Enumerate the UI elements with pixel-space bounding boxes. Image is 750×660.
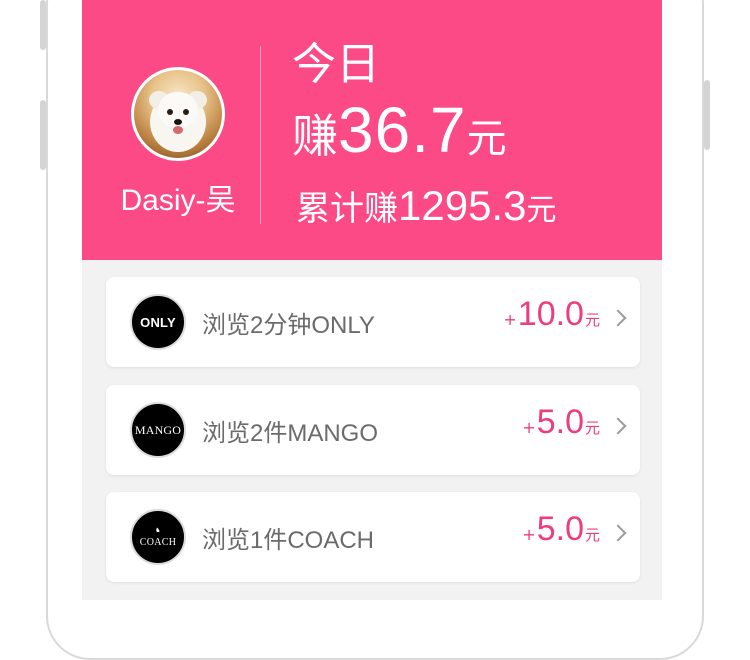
only-logo-text: ONLY [140,314,176,330]
phone-power-button [704,80,710,150]
mango-logo-text: MANGO [134,422,182,437]
total-prefix: 累计赚 [296,189,398,229]
username: Dasiy-吴 [120,184,236,217]
total-amount: 1295.3 [398,182,527,229]
chevron-right-icon [609,417,627,435]
reward-amount: 5.0 [536,510,584,548]
reward-plus: + [522,525,536,544]
task-card-only[interactable]: ONLY 浏览2分钟ONLY +10.0 元 [106,277,640,367]
total-earnings: 累计赚1295.3元 [296,180,556,241]
task-reward: +5.0 元 [522,510,600,549]
today-label: 今日 [292,39,380,90]
reward-amount: 5.0 [536,403,584,441]
reward-unit: 元 [584,419,600,437]
earnings-header: Dasiy-吴 今日 赚36.7元 累计赚1295.3元 [82,0,662,260]
reward-unit: 元 [584,526,600,544]
task-card-mango[interactable]: MANGO 浏览2件MANGO +5.0 元 [106,385,640,475]
avatar[interactable] [131,67,225,161]
reward-plus: + [522,418,536,437]
task-reward: +5.0 元 [522,403,600,442]
coach-logo-text: ♞ COACH [140,526,177,548]
task-card-coach[interactable]: ♞ COACH 浏览1件COACH +5.0 元 [106,492,640,582]
today-earnings: 赚36.7元 [292,96,507,181]
task-label: 浏览1件COACH [202,527,375,554]
today-unit: 元 [466,116,507,162]
chevron-right-icon [609,309,627,327]
coach-logo: ♞ COACH [130,509,186,565]
chevron-right-icon [609,524,627,542]
today-prefix: 赚 [292,109,338,163]
coach-emblem-icon: ♞ [155,528,161,534]
today-amount: 36.7 [338,94,467,166]
total-unit: 元 [526,193,557,228]
reward-amount: 10.0 [517,295,584,333]
mango-logo: MANGO [130,402,186,458]
reward-unit: 元 [584,311,600,329]
coach-logo-word: COACH [139,537,177,548]
header-divider [260,46,261,224]
task-label: 浏览2件MANGO [202,420,379,447]
reward-plus: + [503,310,517,329]
only-logo: ONLY [130,294,186,350]
app-screen: Dasiy-吴 今日 赚36.7元 累计赚1295.3元 ONLY 浏览2分钟O… [82,0,662,600]
task-label: 浏览2分钟ONLY [202,312,375,339]
task-reward: +10.0 元 [503,295,600,334]
avatar-dog-photo [134,70,222,158]
